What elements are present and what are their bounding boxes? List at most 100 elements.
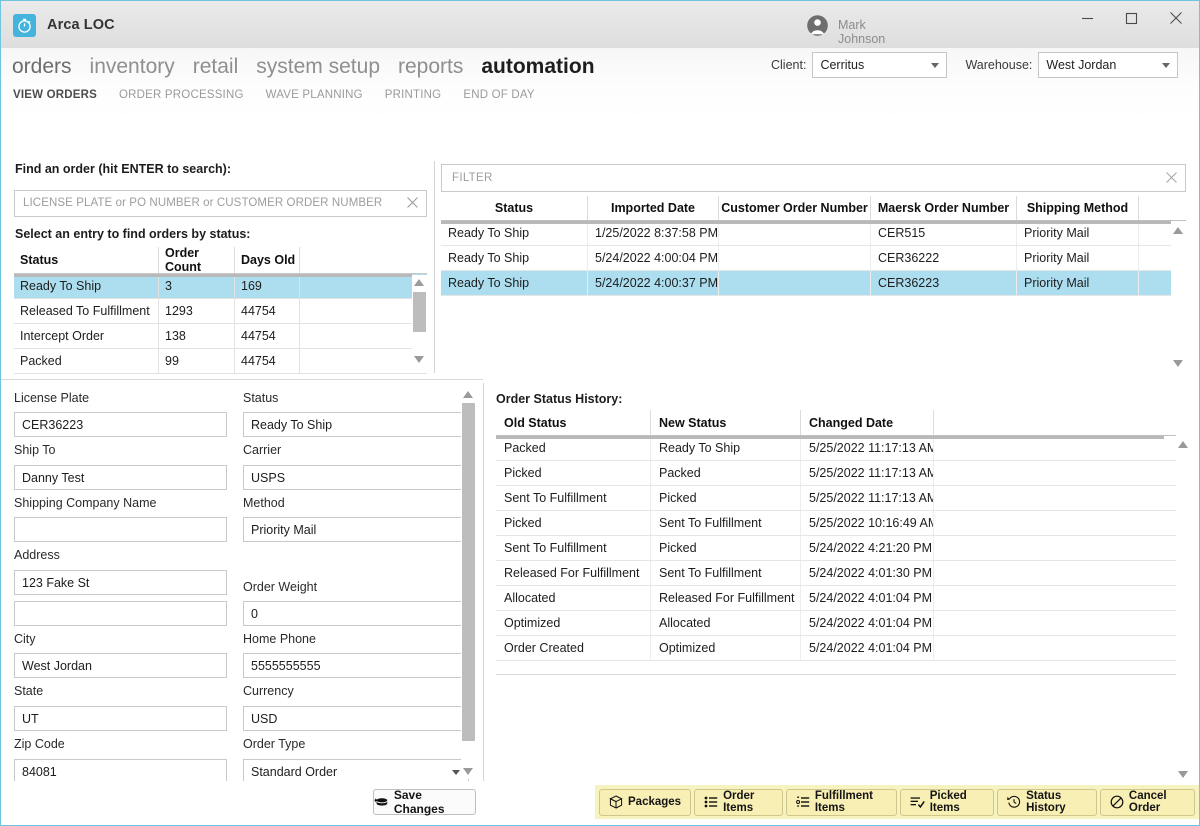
cell-changed-date: 5/24/2022 4:01:04 PM [801,586,934,610]
history-col-new-status[interactable]: New Status [651,410,801,435]
table-row[interactable]: Packed Ready To Ship 5/25/2022 11:17:13 … [496,436,1176,461]
results-col-imported-date[interactable]: Imported Date [588,196,719,220]
table-row[interactable]: Optimized Allocated 5/24/2022 4:01:04 PM [496,611,1176,636]
cell-new-status: Sent To Fulfillment [651,561,801,585]
cell-imported-date: 5/24/2022 4:00:37 PM [588,271,719,295]
chevron-down-icon [452,769,460,775]
history-col-blank[interactable] [934,410,1176,435]
license-plate-label: License Plate [14,391,90,405]
history-col-changed-date[interactable]: Changed Date [801,410,934,435]
detail-form-scrollbar[interactable] [461,387,476,779]
subnav-printing[interactable]: PRINTING [385,89,442,101]
order-weight-field[interactable]: 0 [243,601,469,626]
scroll-up-arrow-icon[interactable] [414,279,424,286]
picked-items-button[interactable]: Picked Items [899,788,995,816]
scrollbar-thumb[interactable] [462,403,475,741]
table-row[interactable]: Picked Sent To Fulfillment 5/25/2022 10:… [496,511,1176,536]
status-col-status[interactable]: Status [14,247,159,273]
table-row[interactable]: Sent To Fulfillment Picked 5/25/2022 11:… [496,486,1176,511]
status-col-days-old[interactable]: Days Old [235,247,300,273]
nav-reports[interactable]: reports [398,52,463,82]
table-row[interactable]: Intercept Order 138 44754 [14,324,427,349]
status-history-button[interactable]: Status History [997,788,1097,816]
cell-changed-date: 5/24/2022 4:01:04 PM [801,636,934,660]
client-select-value: Cerritus [820,58,865,72]
scroll-down-arrow-icon[interactable] [1173,360,1183,367]
cell-blank [300,324,401,348]
results-col-shipping-method[interactable]: Shipping Method [1017,196,1139,220]
order-items-button[interactable]: Order Items [694,788,783,816]
nav-retail[interactable]: retail [193,52,239,82]
list-check-icon [910,797,925,809]
scroll-up-arrow-icon[interactable] [463,391,473,398]
results-col-customer-order-number[interactable]: Customer Order Number [719,196,871,220]
cancel-order-button[interactable]: Cancel Order [1099,788,1195,816]
table-row[interactable]: Picked Packed 5/25/2022 11:17:13 AM [496,461,1176,486]
subnav-wave-planning[interactable]: WAVE PLANNING [266,89,363,101]
table-row[interactable]: Ready To Ship 5/24/2022 4:00:37 PM CER36… [441,271,1186,296]
status-history-scrollbar[interactable] [1176,437,1191,782]
results-grid-top-rule [441,221,1171,224]
subnav-view-orders[interactable]: VIEW ORDERS [13,89,97,101]
method-field[interactable]: Priority Mail [243,517,469,542]
table-row[interactable]: Order Created Optimized 5/24/2022 4:01:0… [496,636,1176,661]
table-row[interactable]: Ready To Ship 3 169 [14,274,427,299]
table-row[interactable]: Ready To Ship 1/25/2022 8:37:58 PM CER51… [441,221,1186,246]
scroll-down-arrow-icon[interactable] [1178,771,1188,778]
currency-field[interactable]: USD [243,706,469,731]
client-select[interactable]: Cerritus [812,52,948,78]
nav-orders[interactable]: orders [12,52,72,82]
address-line2-field[interactable] [14,601,227,626]
status-col-order-count[interactable]: Order Count [159,246,235,274]
ship-to-field[interactable]: Danny Test [14,465,227,490]
history-col-old-status[interactable]: Old Status [496,410,651,435]
address-line1-field[interactable]: 123 Fake St [14,570,227,595]
fulfillment-items-button[interactable]: Fulfillment Items [785,788,897,816]
table-row[interactable]: Allocated Released For Fulfillment 5/24/… [496,586,1176,611]
license-plate-field[interactable]: CER36223 [14,412,227,437]
results-col-blank[interactable] [1139,196,1171,220]
order-items-label: Order Items [723,790,755,814]
cell-changed-date: 5/25/2022 10:16:49 AM [801,511,934,535]
table-row[interactable]: Ready To Ship 5/24/2022 4:00:04 PM CER36… [441,246,1186,271]
nav-automation[interactable]: automation [481,52,594,82]
subnav-end-of-day[interactable]: END OF DAY [463,89,534,101]
subnav-order-processing[interactable]: ORDER PROCESSING [119,89,244,101]
scroll-up-arrow-icon[interactable] [1173,227,1183,234]
order-search-input[interactable]: LICENSE PLATE or PO NUMBER or CUSTOMER O… [14,190,427,217]
filter-input[interactable]: FILTER [441,164,1186,192]
minimize-button[interactable] [1064,1,1110,35]
save-changes-button[interactable]: Save Changes [373,788,476,816]
scroll-down-arrow-icon[interactable] [414,356,424,363]
cell-changed-date: 5/24/2022 4:21:20 PM [801,536,934,560]
scroll-down-arrow-icon[interactable] [463,768,473,775]
table-row[interactable]: Released For Fulfillment Sent To Fulfill… [496,561,1176,586]
close-button[interactable] [1153,1,1199,35]
zip-code-field[interactable]: 84081 [14,759,227,781]
home-phone-field[interactable]: 5555555555 [243,653,469,678]
state-field[interactable]: UT [14,706,227,731]
table-row[interactable]: Packed 99 44754 [14,349,427,374]
maximize-button[interactable] [1108,1,1154,35]
warehouse-select[interactable]: West Jordan [1038,52,1179,78]
results-grid-scrollbar[interactable] [1171,223,1186,371]
results-col-status[interactable]: Status [441,196,588,220]
scrollbar-thumb[interactable] [413,292,426,332]
carrier-field[interactable]: USPS [243,465,469,490]
shipping-company-field[interactable] [14,517,227,542]
order-type-select[interactable]: Standard Order [243,759,469,781]
status-grid-scrollbar[interactable] [412,275,427,367]
nav-system-setup[interactable]: system setup [256,52,380,82]
table-row[interactable]: Released To Fulfillment 1293 44754 [14,299,427,324]
close-x-icon[interactable] [1163,171,1179,187]
close-x-icon[interactable] [404,196,420,212]
table-row[interactable]: Sent To Fulfillment Picked 5/24/2022 4:2… [496,536,1176,561]
results-grid-header: Status Imported Date Customer Order Numb… [441,196,1186,221]
status-col-blank[interactable] [300,247,401,273]
packages-button[interactable]: Packages [599,788,692,816]
city-field[interactable]: West Jordan [14,653,227,678]
scroll-up-arrow-icon[interactable] [1178,441,1188,448]
results-col-maersk-order-number[interactable]: Maersk Order Number [871,196,1017,220]
status-field[interactable]: Ready To Ship [243,412,469,437]
nav-inventory[interactable]: inventory [90,52,175,82]
